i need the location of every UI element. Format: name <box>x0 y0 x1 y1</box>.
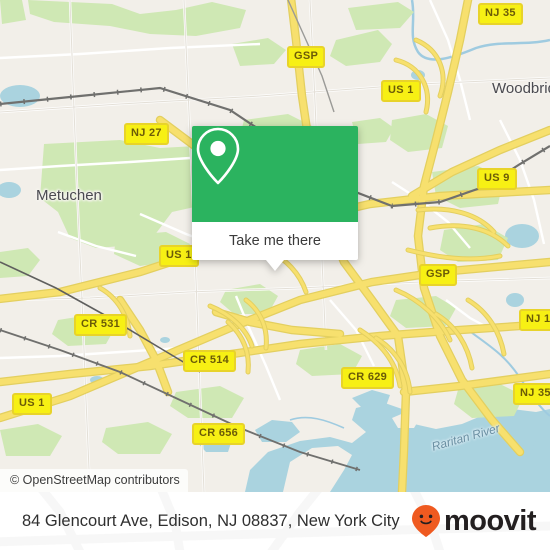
highway-shield: NJ 18 <box>519 309 550 331</box>
place-label: Woodbridge <box>492 80 550 97</box>
highway-shield: NJ 27 <box>124 123 169 145</box>
map-screen: NJ 35 GSP US 1 NJ 27 US 9 US 1 GSP NJ 18 CR 531 C… <box>0 0 550 550</box>
highway-shield: CR 629 <box>341 367 395 389</box>
popup-header <box>192 126 358 222</box>
moovit-brand[interactable]: moovit <box>411 504 537 538</box>
highway-shield: US 9 <box>477 168 517 190</box>
moovit-wordmark: moovit <box>443 504 537 537</box>
map-pin-icon <box>196 127 240 185</box>
footer-bar: 84 Glencourt Ave, Edison, NJ 08837, New … <box>0 492 550 550</box>
highway-shield: NJ 35 <box>478 3 523 25</box>
highway-shield: GSP <box>287 46 326 68</box>
address-label: 84 Glencourt Ave, Edison, NJ 08837, New … <box>22 511 400 530</box>
moovit-smiley-pin-icon <box>411 505 440 537</box>
highway-shield: CR 656 <box>192 423 246 445</box>
take-me-there-label: Take me there <box>229 233 321 249</box>
place-label: Metuchen <box>36 187 102 204</box>
highway-shield: CR 531 <box>74 314 128 336</box>
highway-shield: CR 514 <box>183 350 237 372</box>
highway-shield: US 1 <box>12 393 52 415</box>
highway-shield: US 1 <box>381 80 421 102</box>
highway-shield: NJ 35 <box>513 383 550 405</box>
highway-shield: GSP <box>419 264 458 286</box>
popup-pointer-tail <box>266 260 284 271</box>
map-canvas[interactable]: NJ 35 GSP US 1 NJ 27 US 9 US 1 GSP NJ 18 CR 531 C… <box>0 0 550 492</box>
osm-attribution[interactable]: © OpenStreetMap contributors <box>0 469 188 492</box>
location-popup-card[interactable]: Take me there <box>192 126 358 271</box>
popup-footer[interactable]: Take me there <box>192 222 358 260</box>
